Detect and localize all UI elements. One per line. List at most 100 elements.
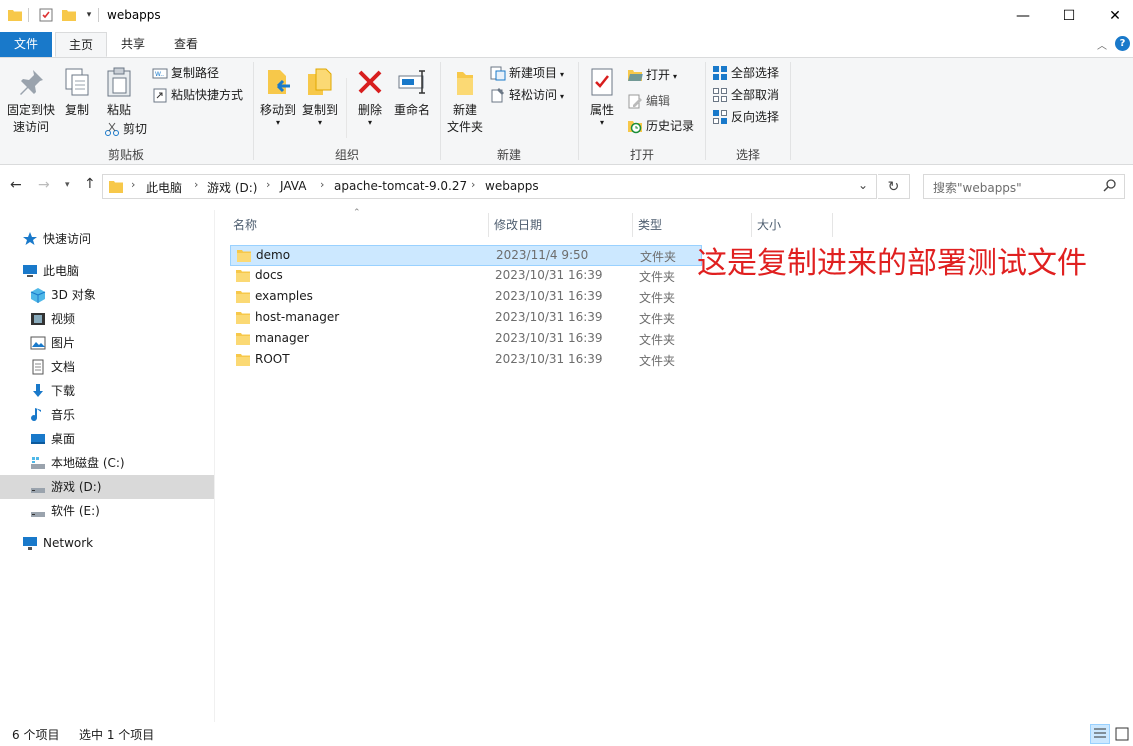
breadcrumb-webapps[interactable]: webapps [485, 179, 539, 193]
help-icon[interactable]: ? [1115, 36, 1130, 51]
history-icon [627, 118, 643, 134]
open-group-label: 打开 [629, 148, 654, 162]
file-row[interactable]: demo 2023/11/4 9:50 文件夹 [230, 245, 702, 266]
nav-desktop[interactable]: 桌面 [30, 427, 75, 451]
minimize-button[interactable]: — [1000, 0, 1046, 32]
tab-home[interactable]: 主页 [55, 32, 107, 57]
nav-downloads[interactable]: 下载 [30, 379, 75, 403]
close-button[interactable]: ✕ [1092, 0, 1133, 32]
folder-icon [236, 311, 250, 324]
collapse-ribbon-icon[interactable]: ︿ [1097, 37, 1107, 52]
paste-button[interactable]: 粘贴 [100, 66, 138, 119]
pictures-icon [30, 335, 46, 351]
nav-drive-d[interactable]: 游戏 (D:) [0, 475, 214, 499]
tab-file[interactable]: 文件 [0, 32, 52, 57]
clipboard-group-label: 剪贴板 [107, 148, 144, 162]
folder-icon [6, 6, 24, 24]
new-folder-quick-icon[interactable] [60, 6, 78, 24]
organize-group-label: 组织 [334, 148, 359, 162]
tab-share[interactable]: 共享 [110, 32, 156, 57]
nav-drive-e[interactable]: 软件 (E:) [30, 499, 100, 523]
file-type: 文件夹 [639, 291, 676, 305]
invert-selection-button[interactable]: 反向选择 [712, 107, 779, 127]
nav-pictures[interactable]: 图片 [30, 331, 75, 355]
column-header-name[interactable]: 名称 [228, 213, 489, 237]
cut-button[interactable]: 剪切 [104, 119, 147, 139]
easy-access-button[interactable]: 轻松访问 ▾ [490, 85, 564, 105]
large-icons-view-icon [1115, 727, 1129, 741]
title-bar: ▾ webapps — ☐ ✕ [0, 0, 1133, 32]
breadcrumb-this-pc[interactable]: 此电脑 [146, 179, 182, 196]
select-all-button[interactable]: 全部选择 [712, 63, 779, 83]
details-view-button[interactable] [1090, 724, 1110, 744]
copy-to-button[interactable]: 复制到 ▾ [300, 66, 340, 127]
large-icons-view-button[interactable] [1112, 724, 1132, 744]
file-row[interactable]: examples 2023/10/31 16:39 文件夹 [230, 287, 702, 308]
nav-3d-objects[interactable]: 3D 对象 [30, 283, 96, 307]
breadcrumb-drive-d[interactable]: 游戏 (D:) [207, 179, 257, 196]
folder-icon [236, 269, 250, 282]
select-none-button[interactable]: 全部取消 [712, 85, 779, 105]
file-row[interactable]: manager 2023/10/31 16:39 文件夹 [230, 329, 702, 350]
folder-icon [236, 332, 250, 345]
pin-quick-access-button[interactable]: 固定到快 速访问 [4, 66, 58, 136]
pane-divider[interactable] [214, 210, 215, 722]
file-name: demo [256, 248, 291, 262]
maximize-button[interactable]: ☐ [1046, 0, 1092, 32]
file-date: 2023/11/4 9:50 [496, 248, 589, 262]
nav-quick-access[interactable]: 快速访问 [22, 227, 91, 251]
column-header-type[interactable]: 类型 [633, 213, 752, 237]
breadcrumb-tomcat[interactable]: apache-tomcat-9.0.27 [334, 179, 467, 193]
new-folder-button[interactable]: 新建 文件夹 [445, 66, 485, 136]
properties-icon [586, 66, 618, 98]
file-row[interactable]: docs 2023/10/31 16:39 文件夹 [230, 266, 702, 287]
back-arrow-icon[interactable]: ← [10, 177, 22, 193]
breadcrumb-java[interactable]: JAVA [280, 179, 306, 193]
file-row[interactable]: ROOT 2023/10/31 16:39 文件夹 [230, 350, 702, 371]
music-note-icon [30, 407, 46, 423]
refresh-icon: ↻ [887, 178, 900, 195]
copy-path-button[interactable]: W.. 复制路径 [152, 63, 219, 83]
nav-music[interactable]: 音乐 [30, 403, 75, 427]
status-bar: 6 个项目 选中 1 个项目 [0, 722, 1133, 746]
refresh-button[interactable]: ↻ [878, 174, 910, 199]
customize-toolbar-icon[interactable]: ▾ [80, 6, 98, 24]
window-title: webapps [107, 8, 161, 22]
nav-this-pc[interactable]: 此电脑 [22, 259, 79, 283]
delete-button[interactable]: 删除 ▾ [352, 66, 388, 127]
new-group-label: 新建 [496, 148, 521, 162]
new-item-button[interactable]: 新建项目 ▾ [490, 63, 564, 83]
file-row[interactable]: host-manager 2023/10/31 16:39 文件夹 [230, 308, 702, 329]
address-dropdown-icon[interactable]: ⌄ [858, 178, 868, 192]
address-bar[interactable]: › 此电脑 › 游戏 (D:) › JAVA › apache-tomcat-9… [102, 174, 877, 199]
forward-arrow-icon[interactable]: → [38, 177, 50, 193]
up-arrow-icon[interactable]: ↑ [84, 176, 96, 192]
open-button[interactable]: 打开 ▾ [627, 65, 677, 85]
nav-documents[interactable]: 文档 [30, 355, 75, 379]
move-to-button[interactable]: 移动到 ▾ [258, 66, 298, 127]
column-header-size[interactable]: 大小 [752, 213, 833, 237]
edit-button[interactable]: 编辑 [627, 91, 670, 111]
open-folder-icon [627, 67, 643, 83]
file-type: 文件夹 [639, 270, 676, 284]
recent-locations-icon[interactable]: ▾ [65, 180, 70, 190]
nav-network[interactable]: Network [22, 531, 93, 555]
new-folder-icon [449, 66, 481, 98]
tab-view[interactable]: 查看 [162, 32, 210, 57]
navigation-bar: ← → ▾ ↑ › 此电脑 › 游戏 (D:) › JAVA › apache-… [0, 166, 1133, 210]
nav-videos[interactable]: 视频 [30, 307, 75, 331]
column-header-date[interactable]: 修改日期 [489, 213, 633, 237]
paste-shortcut-button[interactable]: 粘贴快捷方式 [152, 85, 243, 105]
copy-button[interactable]: 复制 [60, 66, 94, 119]
select-none-icon [712, 87, 728, 103]
properties-quick-icon[interactable] [37, 6, 55, 24]
properties-button[interactable]: 属性 ▾ [584, 66, 620, 127]
file-date: 2023/10/31 16:39 [495, 268, 603, 282]
star-icon [22, 231, 38, 247]
nav-drive-c[interactable]: 本地磁盘 (C:) [30, 451, 125, 475]
select-group-label: 选择 [735, 148, 760, 162]
search-box[interactable]: 搜索"webapps" [923, 174, 1125, 199]
rename-button[interactable]: 重命名 [392, 66, 432, 119]
history-button[interactable]: 历史记录 [627, 116, 694, 136]
network-icon [22, 535, 38, 551]
